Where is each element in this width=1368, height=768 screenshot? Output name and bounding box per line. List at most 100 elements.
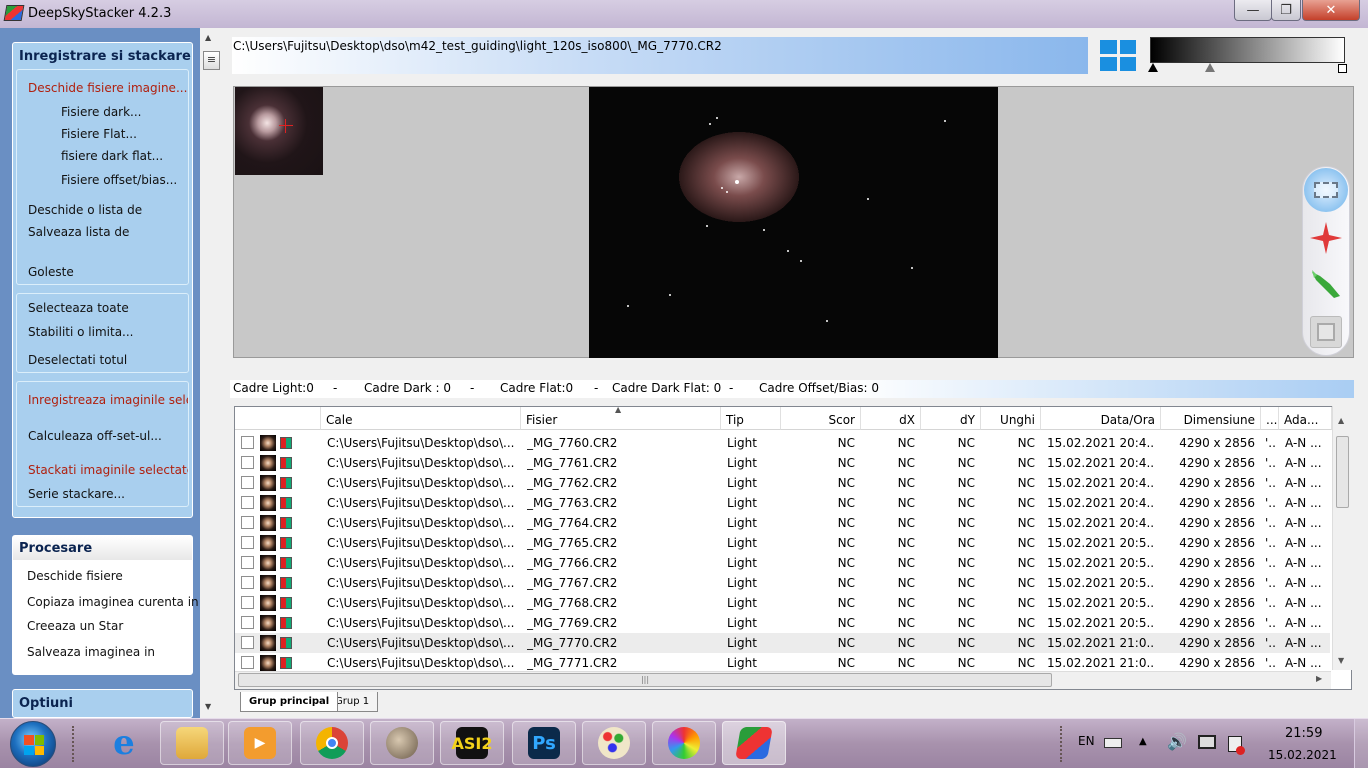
table-row[interactable]: C:\Users\Fujitsu\Desktop\dso\... _MG_7761… [235, 453, 1330, 473]
taskbar-internet-explorer[interactable]: e [92, 721, 156, 765]
taskbar-file-explorer[interactable] [160, 721, 224, 765]
vertical-scrollbar[interactable]: ▲ ▼ [1332, 406, 1352, 670]
select-all-link[interactable]: Selecteaza toate [28, 301, 129, 315]
column-header-path[interactable]: Cale [321, 407, 521, 430]
save-tool[interactable] [1310, 316, 1342, 348]
row-checkbox[interactable] [241, 476, 254, 489]
comet-tool[interactable] [1308, 266, 1344, 302]
row-checkbox[interactable] [241, 636, 254, 649]
table-row[interactable]: C:\Users\Fujitsu\Desktop\dso\... _MG_7767… [235, 573, 1330, 593]
taskbar-planet-app[interactable] [370, 721, 434, 765]
column-header-dx[interactable]: dX [861, 407, 921, 430]
view-mode-icon[interactable] [1100, 40, 1136, 71]
column-header-size[interactable]: Dimensiune [1161, 407, 1261, 430]
row-checkbox[interactable] [241, 536, 254, 549]
black-point-handle[interactable] [1148, 63, 1158, 72]
row-checkbox[interactable] [241, 596, 254, 609]
scroll-thumb[interactable]: ||| [238, 673, 1052, 687]
taskbar-asi-app[interactable]: ASI2 [440, 721, 504, 765]
clock-time[interactable]: 21:59 [1285, 726, 1322, 741]
table-row[interactable]: C:\Users\Fujitsu\Desktop\dso\... _MG_7765… [235, 533, 1330, 553]
table-row[interactable]: C:\Users\Fujitsu\Desktop\dso\... _MG_7763… [235, 493, 1330, 513]
column-header-ada[interactable]: Ada... [1279, 407, 1332, 430]
row-checkbox[interactable] [241, 616, 254, 629]
compute-offset-link[interactable]: Calculeaza off-set-ul... [28, 429, 162, 443]
deselect-all-link[interactable]: Deselectati totul [28, 353, 127, 367]
tab-main-group[interactable]: Grup principal [240, 692, 339, 712]
dark-flat-files-link[interactable]: fisiere dark flat... [61, 149, 163, 163]
batch-stacking-link[interactable]: Serie stackare... [28, 487, 125, 501]
table-row[interactable]: C:\Users\Fujitsu\Desktop\dso\... _MG_7769… [235, 613, 1330, 633]
network-icon[interactable] [1198, 735, 1216, 749]
taskbar-photoshop[interactable]: Ps [512, 721, 576, 765]
open-file-link[interactable]: Deschide fisiere [27, 569, 123, 583]
column-header-c[interactable]: ... [1261, 407, 1279, 430]
taskbar-photos[interactable] [652, 721, 716, 765]
save-image-link[interactable]: Salveaza imaginea in [27, 645, 155, 659]
midtone-handle[interactable] [1205, 63, 1215, 72]
minimize-button[interactable]: — [1234, 0, 1272, 21]
dark-files-link[interactable]: Fisiere dark... [61, 105, 142, 119]
table-row[interactable]: C:\Users\Fujitsu\Desktop\dso\... _MG_7766… [235, 553, 1330, 573]
column-header-file[interactable]: Fisier ▲ [521, 407, 721, 430]
table-row[interactable]: C:\Users\Fujitsu\Desktop\dso\... _MG_7760… [235, 433, 1330, 453]
copy-image-link[interactable]: Copiaza imaginea curenta in [27, 595, 199, 609]
white-point-handle[interactable] [1338, 64, 1347, 73]
horizontal-scrollbar[interactable]: ||| ▶ [235, 671, 1331, 689]
row-checkbox[interactable] [241, 656, 254, 669]
taskbar-paint[interactable] [582, 721, 646, 765]
table-row[interactable]: C:\Users\Fujitsu\Desktop\dso\... _MG_7771… [235, 653, 1330, 673]
table-row[interactable]: C:\Users\Fujitsu\Desktop\dso\... _MG_7762… [235, 473, 1330, 493]
maximize-button[interactable]: ❐ [1271, 0, 1301, 21]
create-star-link[interactable]: Creeaza un Star [27, 619, 123, 633]
keyboard-icon[interactable] [1104, 738, 1122, 748]
table-row[interactable]: C:\Users\Fujitsu\Desktop\dso\... _MG_7768… [235, 593, 1330, 613]
power-icon[interactable] [1228, 736, 1245, 755]
show-desktop-button[interactable] [1354, 719, 1368, 768]
start-button[interactable] [10, 721, 56, 767]
register-selected-link[interactable]: Inregistreaza imaginile selecta [28, 393, 188, 407]
column-header-type[interactable]: Tip [721, 407, 781, 430]
column-header-dy[interactable]: dY [921, 407, 981, 430]
column-header-angle[interactable]: Unghi [981, 407, 1041, 430]
close-button[interactable]: ✕ [1302, 0, 1360, 21]
clock-date[interactable]: 15.02.2021 [1268, 748, 1337, 762]
scroll-up-arrow-icon[interactable]: ▲ [1338, 416, 1344, 425]
taskbar-media-player[interactable]: ▶ [228, 721, 292, 765]
offset-bias-files-link[interactable]: Fisiere offset/bias... [61, 173, 177, 187]
flat-files-link[interactable]: Fisiere Flat... [61, 127, 137, 141]
row-checkbox[interactable] [241, 436, 254, 449]
taskbar-deepskystacker[interactable] [722, 721, 786, 765]
row-checkbox[interactable] [241, 516, 254, 529]
open-images-link[interactable]: Deschide fisiere imagine... [28, 81, 187, 95]
table-row[interactable]: C:\Users\Fujitsu\Desktop\dso\... _MG_7770… [235, 633, 1330, 653]
set-limit-link[interactable]: Stabiliti o limita... [28, 325, 134, 339]
column-header-score[interactable]: Scor [781, 407, 861, 430]
stack-selected-link[interactable]: Stackati imaginile selectate... [28, 463, 188, 477]
row-checkbox[interactable] [241, 556, 254, 569]
row-checkbox[interactable] [241, 456, 254, 469]
scroll-down-arrow-icon[interactable]: ▼ [1338, 656, 1344, 665]
options-title[interactable]: Optiuni [19, 696, 73, 711]
histogram-slider[interactable] [1150, 37, 1345, 63]
taskbar-chrome[interactable] [300, 721, 364, 765]
language-indicator[interactable]: EN [1078, 734, 1095, 748]
scroll-up-icon[interactable]: ▲ [205, 33, 211, 42]
astro-image[interactable] [589, 87, 998, 358]
table-row[interactable]: C:\Users\Fujitsu\Desktop\dso\... _MG_7764… [235, 513, 1330, 533]
save-list-link[interactable]: Salveaza lista de [28, 225, 129, 239]
scroll-down-icon[interactable]: ▼ [205, 702, 211, 711]
row-checkbox[interactable] [241, 496, 254, 509]
volume-icon[interactable]: 🔊 [1167, 732, 1187, 751]
scroll-thumb[interactable] [1336, 436, 1349, 508]
menu-button[interactable]: ≡ [203, 51, 220, 70]
scroll-right-arrow-icon[interactable]: ▶ [1316, 674, 1322, 683]
clear-list-link[interactable]: Goleste [28, 265, 74, 279]
star-tool[interactable] [1308, 220, 1344, 256]
open-list-link[interactable]: Deschide o lista de [28, 203, 142, 217]
select-rectangle-tool[interactable] [1304, 168, 1348, 212]
show-hidden-icons[interactable]: ▲ [1139, 736, 1147, 747]
column-header-icons[interactable] [235, 407, 321, 430]
row-checkbox[interactable] [241, 576, 254, 589]
column-header-datetime[interactable]: Data/Ora [1041, 407, 1161, 430]
